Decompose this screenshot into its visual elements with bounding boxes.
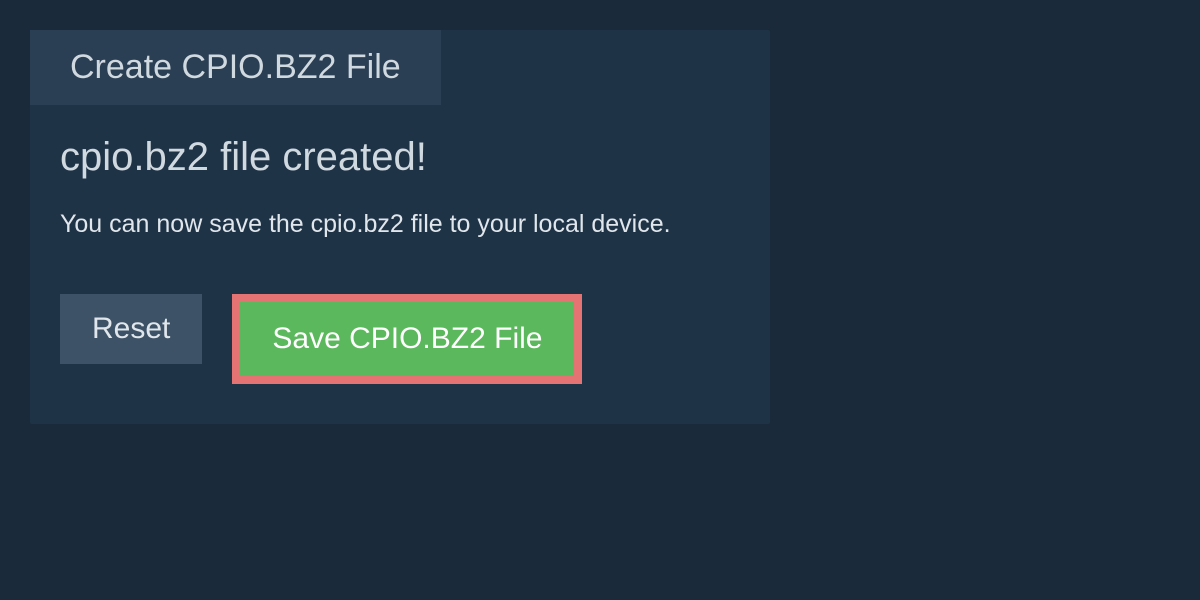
status-heading: cpio.bz2 file created! (60, 135, 740, 180)
tab-create-file[interactable]: Create CPIO.BZ2 File (30, 30, 441, 105)
status-description: You can now save the cpio.bz2 file to yo… (60, 210, 740, 239)
reset-button[interactable]: Reset (60, 294, 202, 364)
tab-title: Create CPIO.BZ2 File (70, 48, 401, 86)
button-row: Reset Save CPIO.BZ2 File (60, 294, 740, 384)
save-button[interactable]: Save CPIO.BZ2 File (232, 294, 582, 384)
main-panel: Create CPIO.BZ2 File cpio.bz2 file creat… (30, 30, 770, 424)
panel-content: cpio.bz2 file created! You can now save … (30, 105, 770, 424)
